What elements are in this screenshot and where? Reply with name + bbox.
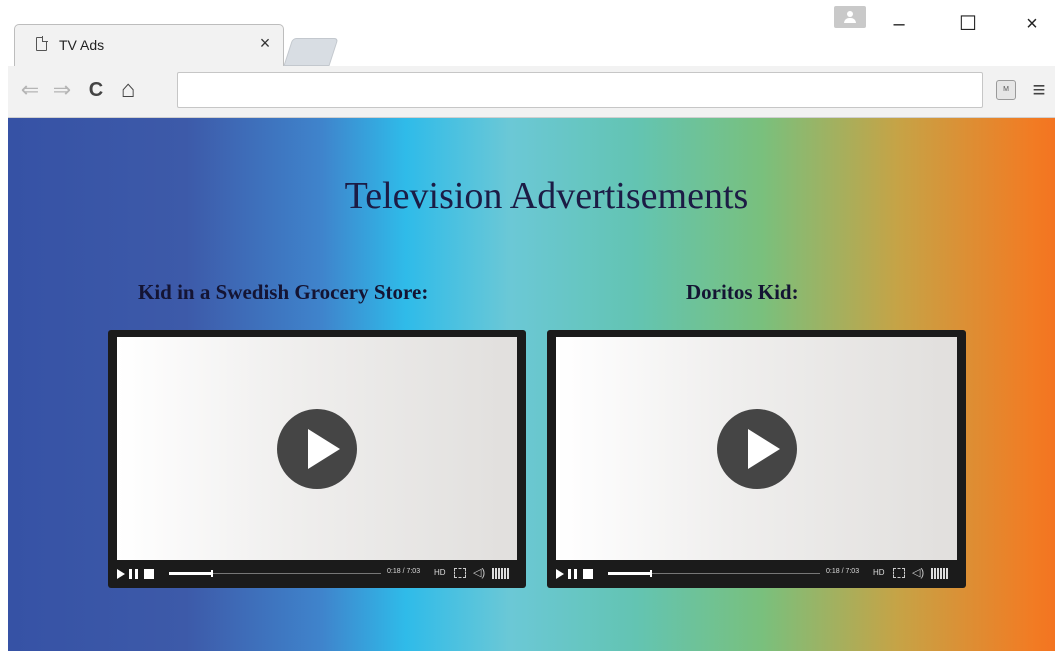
video-screen[interactable] xyxy=(556,337,957,560)
address-bar[interactable] xyxy=(177,72,983,108)
time-display: 0:18 / 7:03 xyxy=(387,568,421,575)
tab-close-icon[interactable]: × xyxy=(255,33,275,53)
minimize-button[interactable]: – xyxy=(876,8,922,40)
volume-icon[interactable]: ◁) xyxy=(912,566,924,579)
profile-icon[interactable] xyxy=(834,6,866,28)
close-window-button[interactable]: × xyxy=(1009,8,1055,40)
page-heading: Television Advertisements xyxy=(344,175,749,217)
browser-toolbar: ⇐ ⇒ C ⌂ M ≡ xyxy=(8,66,1055,118)
hd-button[interactable]: HD xyxy=(434,568,446,577)
extension-icon[interactable]: M xyxy=(996,80,1016,100)
reload-icon[interactable]: C xyxy=(82,76,110,104)
title-bar: TV Ads × – ☐ × xyxy=(8,0,1055,66)
progress-slider[interactable] xyxy=(169,570,381,577)
tab-title: TV Ads xyxy=(59,37,105,53)
video-player-2: 0:18 / 7:03 HD ◁) xyxy=(547,330,966,588)
volume-slider[interactable] xyxy=(492,568,510,579)
page-content: Television Advertisements Kid in a Swedi… xyxy=(8,118,1055,651)
volume-slider[interactable] xyxy=(931,568,949,579)
home-icon[interactable]: ⌂ xyxy=(114,76,142,104)
hd-button[interactable]: HD xyxy=(873,568,885,577)
pause-icon[interactable] xyxy=(568,569,577,579)
tab-tv-ads[interactable]: TV Ads × xyxy=(14,24,284,66)
time-display: 0:18 / 7:03 xyxy=(826,568,860,575)
video-player-1: 0:18 / 7:03 HD ◁) xyxy=(108,330,526,588)
video-title-2: Doritos Kid: xyxy=(686,280,799,304)
video-controls: 0:18 / 7:03 HD ◁) xyxy=(556,564,957,584)
video-screen[interactable] xyxy=(117,337,517,560)
play-icon[interactable] xyxy=(716,408,797,489)
play-control-icon[interactable] xyxy=(117,569,125,579)
menu-icon[interactable]: ≡ xyxy=(1026,74,1052,106)
forward-icon[interactable]: ⇒ xyxy=(48,76,76,104)
back-icon[interactable]: ⇐ xyxy=(16,76,44,104)
video-title-1: Kid in a Swedish Grocery Store: xyxy=(138,280,429,304)
fullscreen-icon[interactable] xyxy=(893,568,905,578)
pause-icon[interactable] xyxy=(129,569,138,579)
progress-slider[interactable] xyxy=(608,570,820,577)
browser-window: TV Ads × – ☐ × ⇐ ⇒ C ⌂ M ≡ Television Ad… xyxy=(8,0,1055,651)
maximize-button[interactable]: ☐ xyxy=(945,8,991,40)
stop-icon[interactable] xyxy=(144,569,154,579)
play-control-icon[interactable] xyxy=(556,569,564,579)
play-icon[interactable] xyxy=(277,408,357,489)
page-icon xyxy=(36,36,48,51)
fullscreen-icon[interactable] xyxy=(454,568,466,578)
video-controls: 0:18 / 7:03 HD ◁) xyxy=(117,564,517,584)
new-tab-button[interactable] xyxy=(283,38,339,66)
stop-icon[interactable] xyxy=(583,569,593,579)
volume-icon[interactable]: ◁) xyxy=(473,566,485,579)
